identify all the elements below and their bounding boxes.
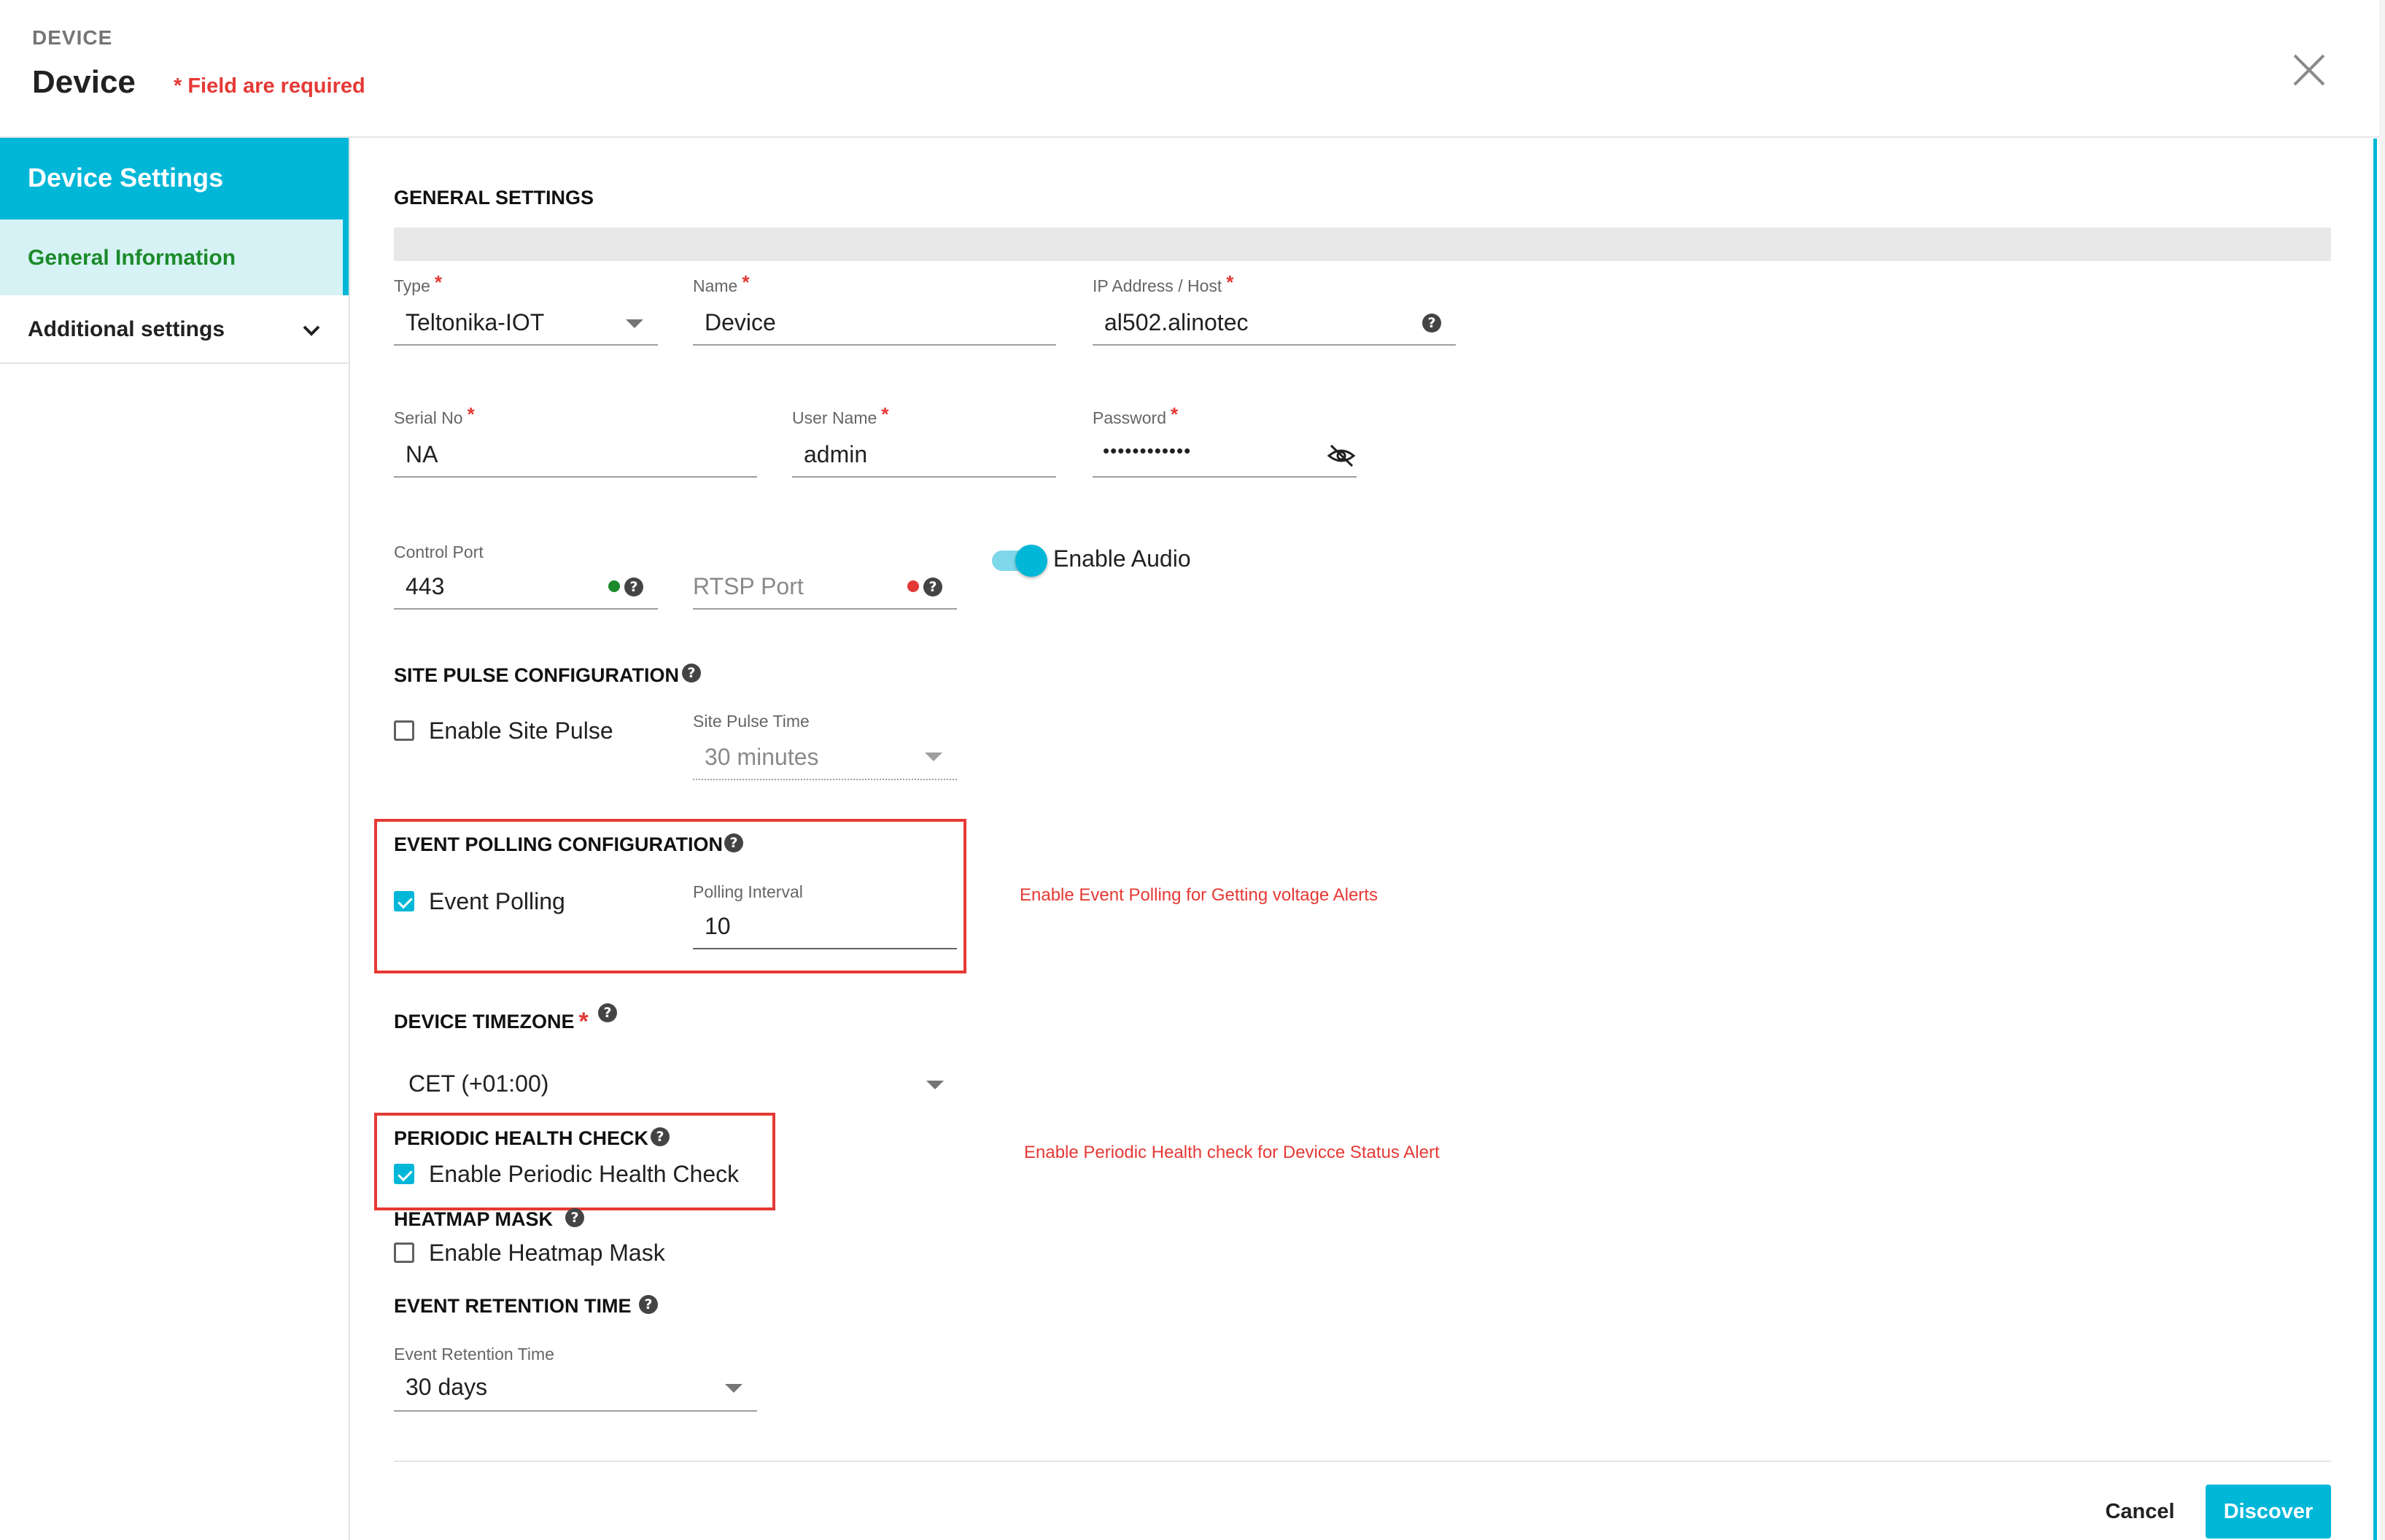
ip-input[interactable]: al502.alinotec ?: [1093, 306, 1456, 347]
sidebar-item-additional-settings[interactable]: Additional settings: [0, 297, 349, 364]
timezone-select[interactable]: CET (+01:00): [394, 1066, 950, 1107]
serial-label: Serial No *: [394, 403, 475, 427]
type-select[interactable]: Teltonika-IOT: [394, 306, 658, 347]
ip-label: IP Address / Host *: [1093, 271, 1234, 295]
health-check-annotation: Enable Periodic Health check for Devicce…: [1024, 1143, 1440, 1162]
sidebar-header: Device Settings: [0, 138, 349, 219]
site-pulse-time-select[interactable]: 30 minutes: [693, 741, 957, 782]
toggle-knob[interactable]: [1015, 545, 1047, 577]
username-label: User Name *: [792, 403, 889, 427]
eye-off-icon[interactable]: [1326, 443, 1357, 469]
event-polling-heading: EVENT POLLING CONFIGURATION: [394, 833, 723, 855]
site-pulse-heading: SITE PULSE CONFIGURATION: [394, 664, 680, 686]
close-icon: [2293, 54, 2325, 86]
help-icon[interactable]: ?: [724, 833, 743, 852]
site-pulse-time-label: Site Pulse Time: [693, 712, 810, 731]
event-polling-checkbox[interactable]: [394, 891, 414, 911]
footer-divider: [394, 1461, 2331, 1462]
username-input[interactable]: admin: [792, 438, 1056, 479]
rtsp-port-input[interactable]: RTSP Port ?: [693, 570, 957, 611]
dropdown-caret-icon: [926, 1081, 944, 1089]
sidebar-title: Device Settings: [28, 163, 224, 192]
name-label: Name *: [693, 271, 750, 295]
sidebar-item-general-information[interactable]: General Information: [0, 219, 349, 295]
polling-interval-label: Polling Interval: [693, 882, 803, 901]
cancel-button[interactable]: Cancel: [2077, 1488, 2203, 1536]
general-settings-heading: GENERAL SETTINGS: [394, 187, 594, 209]
retention-select[interactable]: 30 days: [394, 1372, 757, 1413]
help-icon[interactable]: ?: [651, 1127, 670, 1146]
enable-heatmap-checkbox[interactable]: [394, 1242, 414, 1263]
control-port-input[interactable]: 443 ?: [394, 570, 658, 611]
dropdown-caret-icon: [626, 319, 643, 328]
retention-heading: EVENT RETENTION TIME: [394, 1295, 632, 1317]
sidebar-item-label: Additional settings: [28, 317, 225, 341]
scrollbar-thumb[interactable]: [2373, 139, 2377, 1540]
enable-health-check-checkbox[interactable]: [394, 1164, 414, 1184]
help-icon[interactable]: ?: [1422, 314, 1441, 332]
dialog-title: Device: [32, 64, 136, 100]
sidebar-item-label: General Information: [28, 246, 236, 270]
enable-heatmap-label: Enable Heatmap Mask: [429, 1240, 665, 1266]
dialog-kicker: DEVICE: [32, 26, 113, 49]
help-icon[interactable]: ?: [639, 1295, 658, 1314]
dropdown-caret-icon: [725, 1384, 742, 1393]
status-dot-red: [907, 580, 919, 592]
serial-input[interactable]: NA: [394, 438, 757, 479]
password-input[interactable]: ••••••••••••: [1093, 438, 1357, 479]
header-divider: [0, 136, 2379, 138]
event-polling-label: Event Polling: [429, 888, 565, 914]
type-label: Type *: [394, 271, 442, 295]
info-banner: [394, 228, 2331, 261]
help-icon[interactable]: ?: [565, 1208, 584, 1227]
enable-audio-label: Enable Audio: [1053, 545, 1191, 572]
event-polling-annotation: Enable Event Polling for Getting voltage…: [1020, 885, 1378, 905]
required-fields-note: * Field are required: [174, 74, 365, 98]
control-port-label: Control Port: [394, 542, 484, 561]
enable-site-pulse-checkbox[interactable]: [394, 720, 414, 741]
health-check-heading: PERIODIC HEALTH CHECK: [394, 1127, 649, 1149]
name-input[interactable]: Device: [693, 306, 1056, 347]
discover-button[interactable]: Discover: [2206, 1485, 2331, 1539]
help-icon[interactable]: ?: [923, 578, 942, 596]
scrollbar-track[interactable]: [2379, 0, 2385, 1540]
timezone-heading: DEVICE TIMEZONE *: [394, 1008, 589, 1035]
password-label: Password *: [1093, 403, 1179, 427]
type-value: Teltonika-IOT: [406, 309, 545, 335]
polling-interval-input[interactable]: 10: [693, 911, 957, 952]
retention-field-label: Event Retention Time: [394, 1345, 554, 1364]
close-button[interactable]: [2283, 44, 2335, 96]
enable-health-check-label: Enable Periodic Health Check: [429, 1161, 740, 1187]
help-icon[interactable]: ?: [598, 1003, 617, 1022]
enable-site-pulse-label: Enable Site Pulse: [429, 718, 613, 744]
status-dot-green: [608, 580, 620, 592]
help-icon[interactable]: ?: [682, 664, 701, 682]
heatmap-heading: HEATMAP MASK: [394, 1208, 554, 1230]
help-icon[interactable]: ?: [624, 578, 643, 596]
dropdown-caret-icon: [925, 752, 942, 761]
chevron-down-icon: [303, 325, 320, 336]
